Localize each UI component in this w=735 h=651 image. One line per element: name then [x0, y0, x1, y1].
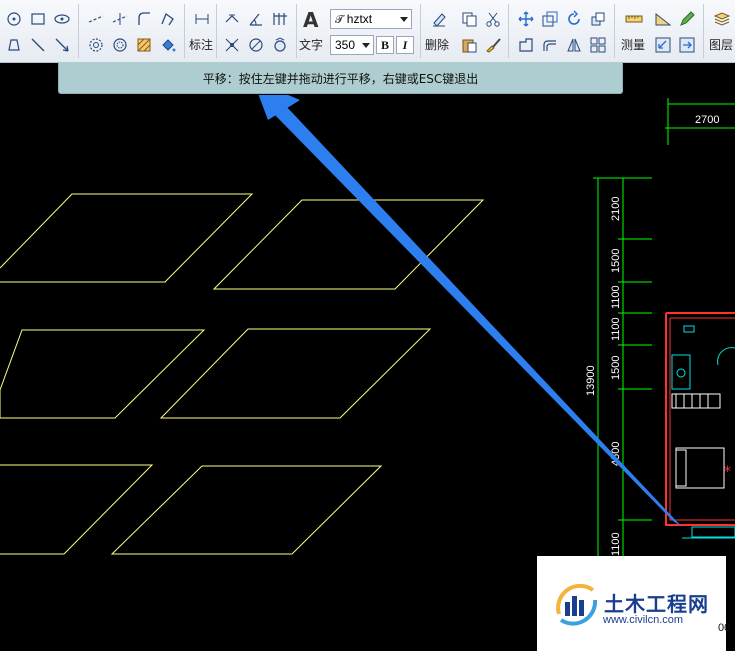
- chevron-down-icon[interactable]: [400, 17, 408, 22]
- trapezoid-icon[interactable]: [4, 35, 22, 53]
- dim-top-label: 2700: [695, 114, 719, 126]
- parallelogram-6: [110, 465, 383, 555]
- pointer-arrow: [258, 95, 682, 527]
- font-name-value: hztxt: [346, 12, 373, 26]
- civilcn-logo-icon: [556, 583, 598, 626]
- continuous-dimension-icon[interactable]: [270, 9, 288, 27]
- parallelogram-5: [0, 464, 154, 555]
- grid-array-icon[interactable]: [588, 35, 606, 53]
- font-size-value: 350: [335, 38, 356, 52]
- ribbon-toolbar: 标注 A 文字 𝓣 hztxt 350 B I 删除 测量 图层: [0, 0, 735, 63]
- aligned-dimension-icon[interactable]: [222, 9, 240, 27]
- separator: [420, 4, 421, 58]
- dim-total-label: 13900: [585, 365, 597, 396]
- brush-icon[interactable]: [483, 35, 501, 53]
- dim-v-2: 1500: [610, 249, 622, 273]
- rectangle-icon[interactable]: [28, 9, 46, 27]
- separator: [703, 4, 704, 58]
- eraser-icon[interactable]: [429, 9, 447, 27]
- watermark-url: www.civilcn.com: [603, 614, 684, 626]
- parallelogram-4: [159, 328, 432, 419]
- extend-line-icon[interactable]: [86, 9, 104, 27]
- array-copy-icon[interactable]: [588, 9, 606, 27]
- dim-v-5: 1500: [610, 356, 622, 380]
- floor-plan: [665, 312, 735, 539]
- area-measure-icon[interactable]: [653, 9, 672, 27]
- mirror-icon[interactable]: [564, 35, 582, 53]
- line-icon[interactable]: [28, 35, 46, 53]
- font-size-select[interactable]: 350: [330, 35, 374, 55]
- font-select[interactable]: 𝓣 hztxt: [330, 9, 412, 29]
- separator: [78, 4, 79, 58]
- offset-icon[interactable]: [540, 35, 558, 53]
- hatch-icon[interactable]: [134, 35, 152, 53]
- layer-label[interactable]: 图层: [709, 36, 733, 53]
- separator: [508, 4, 509, 58]
- ruler-icon[interactable]: [624, 9, 643, 27]
- pan-hint-bar: 平移：按住左键并拖动进行平移，右键或ESC键退出: [58, 62, 623, 94]
- import-icon[interactable]: [653, 35, 671, 53]
- plan-red-mark: *: [724, 464, 731, 480]
- separator: [614, 4, 615, 58]
- diameter-dimension-icon[interactable]: [246, 35, 264, 53]
- gear-circle-icon[interactable]: [86, 35, 104, 53]
- watermark: 土木工程网 www.civilcn.com: [537, 556, 726, 651]
- font-type-icon: 𝓣: [335, 14, 344, 26]
- separator: [184, 4, 185, 58]
- delete-label[interactable]: 删除: [425, 36, 449, 53]
- bold-button[interactable]: B: [376, 36, 394, 54]
- watermark-name: 土木工程网: [604, 592, 709, 616]
- stretch-icon[interactable]: [516, 35, 534, 53]
- layers-icon[interactable]: [712, 9, 731, 27]
- separator: [216, 4, 217, 58]
- dim-v-1: 2100: [610, 197, 622, 221]
- italic-button[interactable]: I: [396, 36, 414, 54]
- cut-icon[interactable]: [483, 9, 501, 27]
- ellipse-icon[interactable]: [52, 9, 70, 27]
- dim-v-7: 1100: [610, 532, 622, 556]
- paste-icon[interactable]: [459, 35, 477, 53]
- dimension-icon[interactable]: [192, 9, 210, 27]
- dimension-label[interactable]: 标注: [189, 36, 213, 53]
- arc-dimension-icon[interactable]: [270, 35, 288, 53]
- rotate-circle-icon[interactable]: [110, 35, 128, 53]
- circle-icon[interactable]: [4, 9, 22, 27]
- copy-icon[interactable]: [459, 9, 477, 27]
- chevron-down-icon[interactable]: [362, 43, 370, 48]
- angular-dimension-icon[interactable]: [246, 9, 264, 27]
- fill-bucket-icon[interactable]: [158, 35, 176, 53]
- diagonal-arrow-icon[interactable]: [52, 35, 70, 53]
- fillet-icon[interactable]: [134, 9, 152, 27]
- dim-v-4: 1100: [610, 317, 622, 341]
- text-style-icon[interactable]: A: [303, 8, 318, 32]
- move-icon[interactable]: [516, 9, 534, 27]
- separator: [296, 4, 297, 58]
- export-icon[interactable]: [677, 35, 695, 53]
- pencil-icon[interactable]: [677, 9, 695, 27]
- parallelogram-1: [0, 193, 254, 283]
- measure-label[interactable]: 测量: [621, 36, 645, 53]
- dim-v-3: 1100: [610, 285, 622, 309]
- pan-hint-text: 平移：按住左键并拖动进行平移，右键或ESC键退出: [202, 72, 479, 86]
- scale-icon[interactable]: [540, 9, 558, 27]
- radius-dimension-icon[interactable]: [222, 35, 240, 53]
- rotate-icon[interactable]: [564, 9, 582, 27]
- trim-line-icon[interactable]: [110, 9, 128, 27]
- polyline-icon[interactable]: [158, 9, 176, 27]
- text-label[interactable]: 文字: [299, 36, 323, 53]
- canvas-text-fragment: 00: [718, 622, 731, 634]
